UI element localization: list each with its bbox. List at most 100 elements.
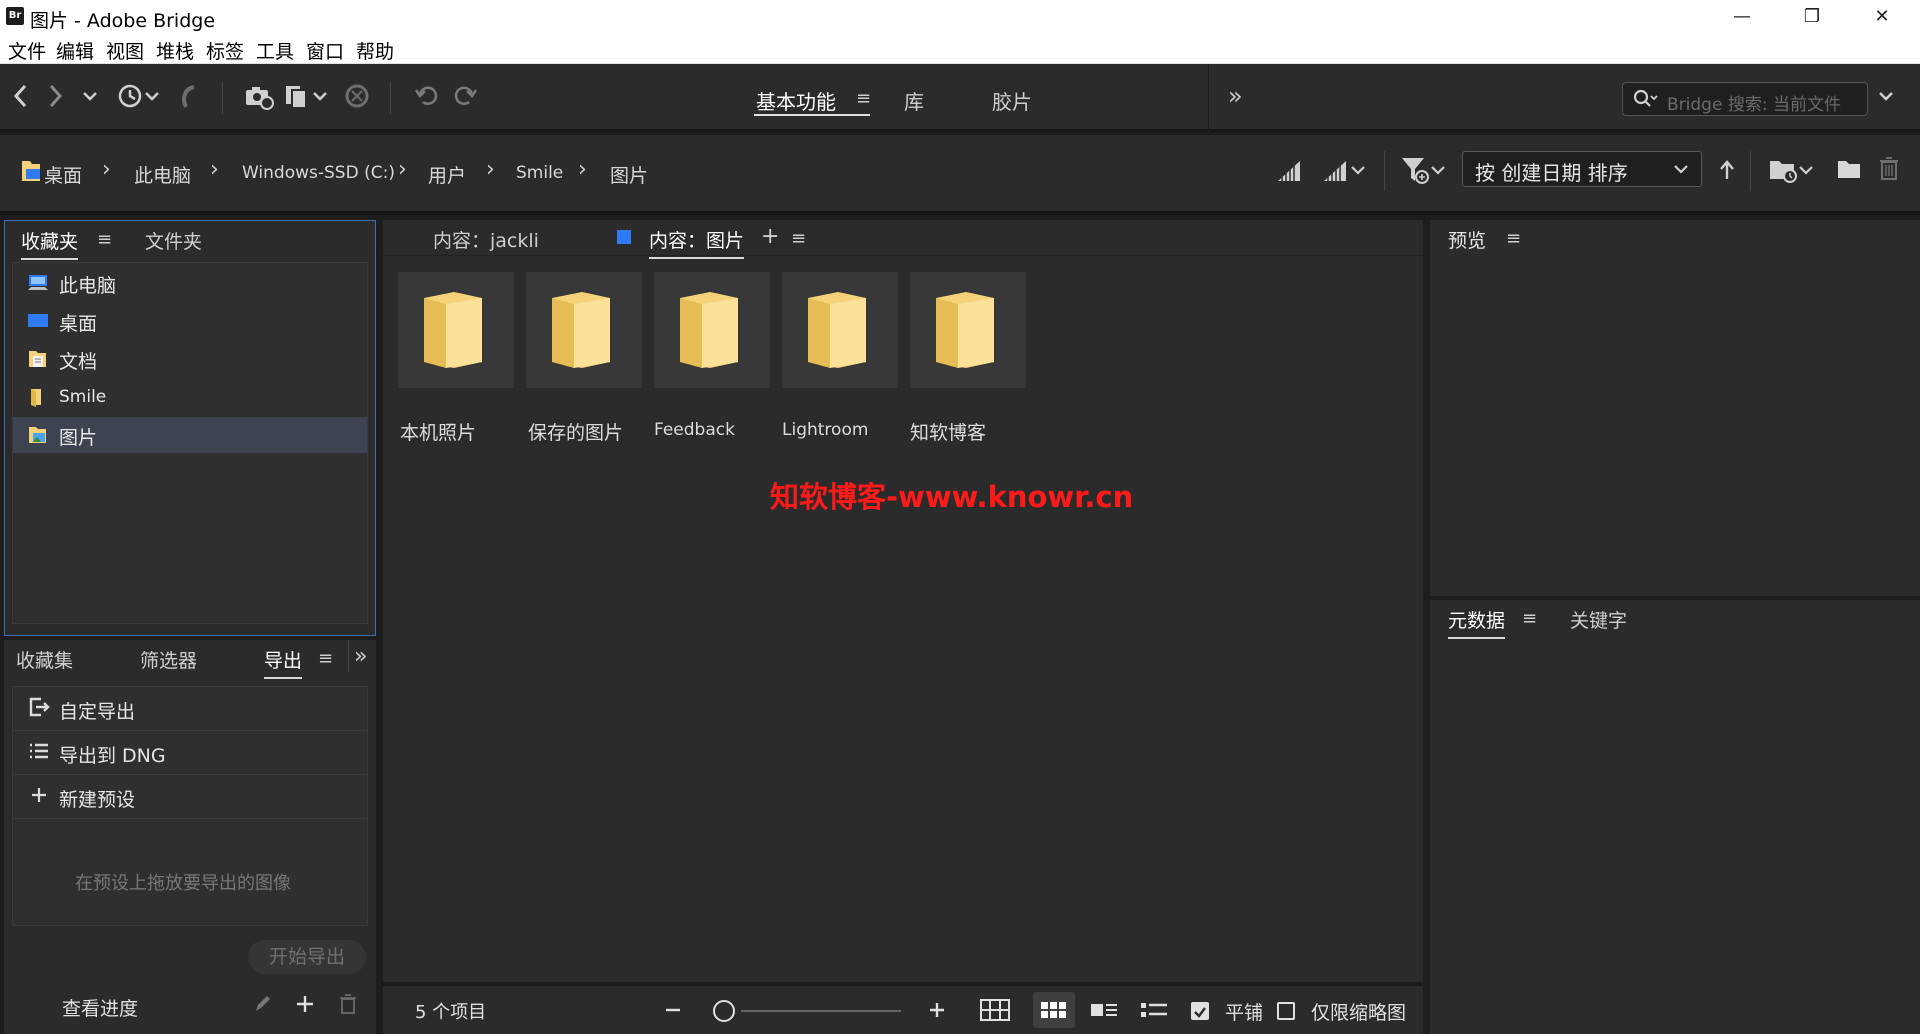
search-dropdown-icon[interactable] [1876, 81, 1896, 119]
list-view-icon[interactable] [1139, 996, 1169, 1030]
menu-file[interactable]: 文件 [8, 37, 46, 64]
folder-thumbnail[interactable] [526, 272, 642, 388]
tab-favorites[interactable]: 收藏夹 [21, 227, 79, 260]
delete-icon[interactable] [1878, 155, 1900, 185]
menu-help[interactable]: 帮助 [356, 37, 394, 64]
tile-label: 平铺 [1225, 1002, 1264, 1024]
thumbnails-view-icon[interactable] [1039, 996, 1069, 1030]
export-preset-custom[interactable]: 自定导出 [13, 687, 367, 731]
folder-label[interactable]: Lightroom [782, 420, 868, 440]
sort-dropdown[interactable]: 按 创建日期 排序 [1462, 151, 1702, 187]
thumbnails-only-checkbox[interactable] [1277, 1002, 1295, 1020]
history-icon[interactable] [116, 81, 164, 119]
folder-label[interactable]: 保存的图片 [528, 418, 623, 445]
breadcrumb-chevron-icon[interactable]: › [398, 157, 407, 182]
rating-filter-icon[interactable] [1322, 157, 1368, 187]
workspace-essentials-tab[interactable]: 基本功能 [756, 86, 836, 115]
tab-folders[interactable]: 文件夹 [145, 227, 202, 254]
breadcrumb-smile[interactable]: Smile [516, 163, 563, 183]
recent-folders-icon[interactable] [1768, 155, 1818, 189]
delete-preset-icon[interactable] [338, 992, 358, 1020]
minimize-button[interactable]: — [1712, 2, 1772, 32]
breadcrumb-desktop[interactable]: 桌面 [44, 161, 82, 188]
folder-thumbnail[interactable] [782, 272, 898, 388]
favorite-item-pictures[interactable]: 图片 [13, 417, 367, 453]
edit-pencil-icon[interactable] [252, 992, 272, 1020]
thumbnail-size-track[interactable] [741, 1010, 901, 1012]
details-view-icon[interactable] [1089, 996, 1119, 1030]
folder-label[interactable]: 知软博客 [910, 418, 986, 445]
tab-collections[interactable]: 收藏集 [16, 646, 73, 673]
favorite-item-smile[interactable]: Smile [13, 379, 367, 415]
favorite-item-this-pc[interactable]: 此电脑 [13, 265, 367, 301]
tab-metadata[interactable]: 元数据 [1448, 606, 1506, 639]
favorite-label: Smile [59, 387, 107, 407]
menu-tools[interactable]: 工具 [256, 37, 294, 64]
breadcrumb-drive[interactable]: Windows-SSD (C:) [242, 163, 395, 183]
restore-button[interactable]: ❐ [1782, 2, 1842, 32]
rotate-left-icon[interactable] [414, 81, 440, 119]
thumbnail-size-slider[interactable] [713, 1000, 735, 1022]
more-workspaces-icon[interactable]: » [1228, 82, 1243, 110]
breadcrumb-this-pc[interactable]: 此电脑 [134, 161, 191, 188]
panel-more-icon[interactable]: » [354, 644, 367, 669]
panel-menu-icon[interactable]: ≡ [97, 229, 112, 250]
export-preset-dng[interactable]: 导出到 DNG [13, 731, 367, 775]
panel-menu-icon[interactable]: ≡ [318, 648, 333, 669]
breadcrumb-users[interactable]: 用户 [428, 161, 466, 188]
tab-content-jackli[interactable]: 内容：jackli [433, 226, 539, 253]
menu-edit[interactable]: 编辑 [56, 37, 94, 64]
breadcrumb-pictures[interactable]: 图片 [610, 161, 648, 188]
workspace-menu-icon[interactable]: ≡ [856, 88, 871, 109]
folder-thumbnail[interactable] [654, 272, 770, 388]
breadcrumb-chevron-icon[interactable]: › [210, 157, 219, 182]
tab-export[interactable]: 导出 [264, 646, 303, 679]
refine-icon[interactable] [284, 81, 330, 119]
sort-ascending-icon[interactable] [1718, 157, 1736, 187]
zoom-in-icon[interactable] [927, 996, 947, 1030]
tile-checkbox[interactable] [1191, 1002, 1209, 1020]
close-button[interactable]: ✕ [1852, 2, 1912, 32]
panel-menu-icon[interactable]: ≡ [1506, 228, 1521, 249]
grid-lock-icon[interactable] [979, 996, 1011, 1030]
menu-label[interactable]: 标签 [206, 37, 244, 64]
start-export-button[interactable]: 开始导出 [248, 940, 366, 974]
menu-stack[interactable]: 堆栈 [156, 37, 194, 64]
view-progress-link[interactable]: 查看进度 [62, 994, 138, 1021]
zoom-out-icon[interactable] [663, 996, 683, 1030]
add-tab-icon[interactable]: + [761, 224, 779, 249]
quality-icon[interactable] [1276, 157, 1302, 187]
boomerang-icon[interactable] [176, 81, 200, 119]
favorite-item-desktop[interactable]: 桌面 [13, 303, 367, 339]
menu-view[interactable]: 视图 [106, 37, 144, 64]
panel-menu-icon[interactable]: ≡ [1522, 608, 1537, 629]
tab-filter[interactable]: 筛选器 [140, 646, 197, 673]
panel-menu-icon[interactable]: ≡ [791, 228, 806, 249]
folder-thumbnail[interactable] [398, 272, 514, 388]
tab-content-pictures[interactable]: 内容：图片 [649, 226, 745, 259]
rotate-right-icon[interactable] [452, 81, 478, 119]
folder-label[interactable]: Feedback [654, 420, 735, 440]
tab-keywords[interactable]: 关键字 [1570, 606, 1627, 633]
workspace-library-tab[interactable]: 库 [904, 86, 924, 115]
breadcrumb-chevron-icon[interactable]: › [486, 157, 495, 182]
search-box[interactable]: Bridge 搜索: 当前文件 [1622, 82, 1868, 116]
breadcrumb-chevron-icon[interactable]: › [578, 157, 587, 182]
recent-dropdown-icon[interactable] [80, 81, 100, 119]
filter-icon[interactable] [1400, 155, 1448, 189]
tab-preview[interactable]: 预览 [1448, 226, 1486, 253]
back-icon[interactable] [10, 81, 32, 119]
add-preset-icon[interactable] [294, 992, 316, 1020]
menu-window[interactable]: 窗口 [306, 37, 344, 64]
camera-raw-icon[interactable] [344, 81, 370, 119]
breadcrumb-chevron-icon[interactable]: › [102, 157, 111, 182]
folder-label[interactable]: 本机照片 [400, 418, 476, 445]
workspace-filmstrip-tab[interactable]: 胶片 [992, 86, 1032, 115]
favorite-item-documents[interactable]: 文档 [13, 341, 367, 377]
camera-import-icon[interactable] [244, 81, 274, 119]
search-input[interactable]: Bridge 搜索: 当前文件 [1667, 90, 1841, 115]
folder-thumbnail[interactable] [910, 272, 1026, 388]
export-new-preset[interactable]: 新建预设 [13, 775, 367, 819]
new-folder-icon[interactable] [1836, 157, 1862, 185]
forward-icon[interactable] [44, 81, 66, 119]
